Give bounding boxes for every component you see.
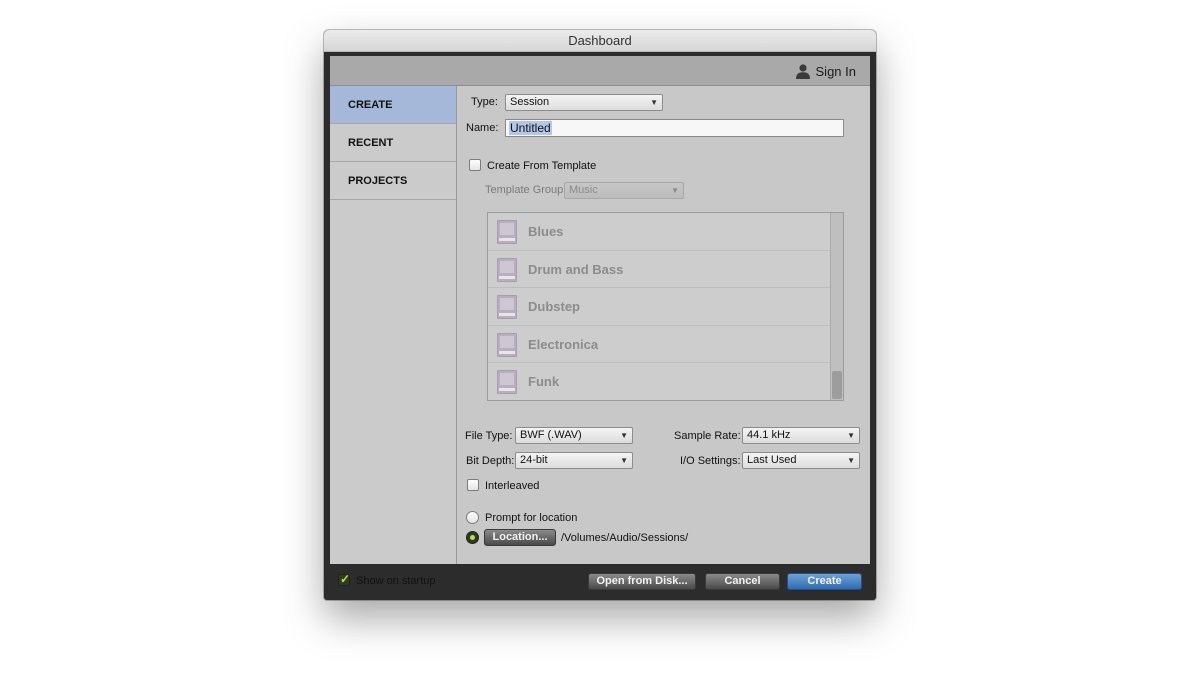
show-on-startup-label: Show on startup [356, 575, 436, 587]
chevron-down-icon: ▼ [620, 431, 628, 440]
template-name: Drum and Bass [528, 261, 624, 277]
template-file-icon [497, 370, 517, 395]
chevron-down-icon: ▼ [847, 456, 855, 465]
sign-in-button[interactable]: Sign In [795, 63, 856, 79]
checkmark-icon: ✓ [340, 572, 351, 586]
dialog-footer: ✓ Show on startup Open from Disk... Canc… [330, 568, 870, 594]
template-group-select[interactable]: Music ▼ [564, 182, 684, 199]
name-label: Name: [466, 122, 499, 134]
list-item[interactable]: Funk [488, 363, 831, 400]
bit-depth-label: Bit Depth: [466, 455, 515, 467]
sidebar-item-projects[interactable]: PROJECTS [330, 162, 456, 200]
sidebar: CREATE RECENT PROJECTS [330, 86, 457, 564]
template-name: Electronica [528, 336, 599, 352]
io-settings-value: Last Used [747, 454, 797, 466]
list-item[interactable]: Dubstep [488, 288, 831, 326]
name-field[interactable]: Untitled [505, 119, 844, 137]
window-title: Dashboard [324, 30, 876, 52]
sign-in-label: Sign In [815, 63, 856, 79]
template-file-icon [497, 332, 517, 357]
bit-depth-select[interactable]: 24-bit ▼ [515, 452, 633, 469]
list-item[interactable]: Blues [488, 213, 831, 251]
create-panel: Type: Session ▼ Name: Untitled Create Fr… [457, 86, 870, 564]
io-settings-select[interactable]: Last Used ▼ [742, 452, 860, 469]
file-type-label: File Type: [465, 430, 513, 442]
template-file-icon [497, 220, 517, 244]
template-name: Funk [528, 374, 560, 390]
scrollbar-thumb[interactable] [832, 371, 842, 399]
template-file-icon [497, 295, 517, 320]
template-name: Dubstep [528, 299, 580, 315]
template-list-scrollbar[interactable] [830, 213, 843, 400]
name-value: Untitled [509, 121, 552, 135]
open-from-disk-button[interactable]: Open from Disk... [588, 573, 696, 590]
sample-rate-label: Sample Rate: [674, 430, 741, 442]
prompt-for-location-label: Prompt for location [485, 512, 578, 524]
dashboard-window: Dashboard Sign In CREATE RECENT PROJECTS… [324, 30, 876, 600]
sample-rate-value: 44.1 kHz [747, 429, 791, 441]
user-icon [795, 63, 811, 79]
file-type-value: BWF (.WAV) [520, 429, 582, 441]
file-type-select[interactable]: BWF (.WAV) ▼ [515, 427, 633, 444]
type-value: Session [510, 96, 550, 108]
chevron-down-icon: ▼ [847, 431, 855, 440]
interleaved-checkbox[interactable] [467, 479, 479, 491]
chevron-down-icon: ▼ [620, 456, 628, 465]
template-file-icon [497, 257, 517, 282]
sample-rate-select[interactable]: 44.1 kHz ▼ [742, 427, 860, 444]
header-bar: Sign In [330, 56, 870, 86]
list-item[interactable]: Drum and Bass [488, 251, 831, 289]
create-from-template-label: Create From Template [487, 160, 597, 172]
chevron-down-icon: ▼ [650, 98, 658, 107]
type-label: Type: [471, 96, 498, 108]
type-select[interactable]: Session ▼ [505, 94, 663, 111]
location-radio[interactable] [466, 531, 479, 544]
location-path: /Volumes/Audio/Sessions/ [561, 532, 689, 544]
template-group-label: Template Group: [485, 184, 567, 196]
template-list[interactable]: Blues Drum and Bass Dubstep Electronica … [487, 212, 844, 401]
list-item[interactable]: Electronica [488, 326, 831, 364]
template-name: Blues [528, 224, 564, 239]
bit-depth-value: 24-bit [520, 454, 548, 466]
create-button[interactable]: Create [787, 573, 862, 590]
show-on-startup-checkbox[interactable]: ✓ [338, 572, 351, 586]
dashboard-panel: Sign In CREATE RECENT PROJECTS Type: Ses… [330, 56, 870, 564]
chevron-down-icon: ▼ [671, 186, 679, 195]
create-from-template-checkbox[interactable] [469, 159, 481, 171]
interleaved-label: Interleaved [485, 480, 540, 492]
sidebar-item-create[interactable]: CREATE [330, 86, 456, 124]
cancel-button[interactable]: Cancel [705, 573, 780, 590]
io-settings-label: I/O Settings: [680, 455, 741, 467]
location-button[interactable]: Location... [484, 529, 556, 546]
sidebar-item-recent[interactable]: RECENT [330, 124, 456, 162]
prompt-for-location-radio[interactable] [466, 511, 479, 524]
template-group-value: Music [569, 184, 598, 196]
